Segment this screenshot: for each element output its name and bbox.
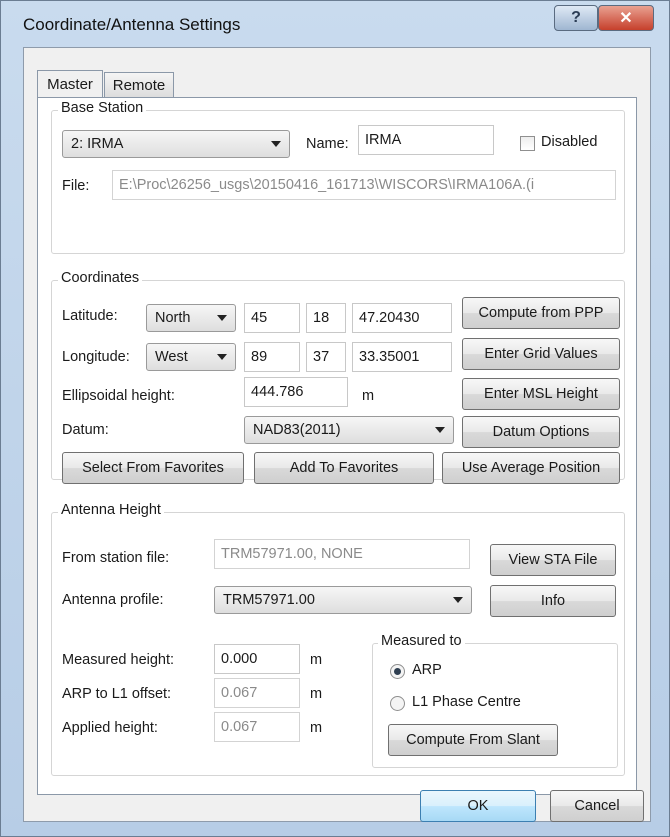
- base-station-group-label: Base Station: [58, 100, 147, 116]
- chevron-down-icon: [217, 354, 227, 360]
- arp-offset-label: ARP to L1 offset:: [62, 686, 172, 702]
- chevron-down-icon: [271, 141, 281, 147]
- view-sta-file-button[interactable]: View STA File: [490, 544, 616, 576]
- station-select-value: 2: IRMA: [71, 136, 124, 152]
- station-select[interactable]: 2: IRMA: [62, 130, 290, 158]
- use-average-position-button[interactable]: Use Average Position: [442, 452, 620, 484]
- radio-l1-phase-centre-label: L1 Phase Centre: [412, 694, 521, 710]
- longitude-label: Longitude:: [62, 349, 130, 365]
- antenna-height-group-label: Antenna Height: [58, 502, 164, 518]
- disabled-checkbox[interactable]: [520, 136, 535, 151]
- enter-grid-values-button[interactable]: Enter Grid Values: [462, 338, 620, 370]
- close-icon: ✕: [619, 10, 633, 27]
- latitude-minutes-input[interactable]: 18: [306, 303, 346, 333]
- from-station-file-field: TRM57971.00, NONE: [214, 539, 470, 569]
- datum-select[interactable]: NAD83(2011): [244, 416, 454, 444]
- measured-to-label: Measured to: [378, 633, 465, 649]
- select-from-favorites-button[interactable]: Select From Favorites: [62, 452, 244, 484]
- ellipsoidal-height-unit: m: [362, 388, 375, 404]
- latitude-hemisphere-select[interactable]: North: [146, 304, 236, 332]
- coordinates-group-label: Coordinates: [58, 270, 143, 286]
- arp-offset-unit: m: [310, 686, 323, 702]
- file-label: File:: [62, 178, 90, 194]
- chevron-down-icon: [217, 315, 227, 321]
- latitude-hemisphere-value: North: [155, 310, 191, 326]
- antenna-profile-label: Antenna profile:: [62, 592, 164, 608]
- applied-height-label: Applied height:: [62, 720, 158, 736]
- disabled-label: Disabled: [541, 134, 598, 150]
- close-button[interactable]: ✕: [598, 5, 654, 31]
- radio-arp-label: ARP: [412, 662, 442, 678]
- datum-options-button[interactable]: Datum Options: [462, 416, 620, 448]
- chevron-down-icon: [453, 597, 463, 603]
- antenna-profile-value: TRM57971.00: [223, 592, 315, 608]
- dialog-client-area: Master Remote Base Station 2: IRMA Name:…: [23, 47, 651, 822]
- ok-button[interactable]: OK: [420, 790, 536, 822]
- latitude-label: Latitude:: [62, 308, 118, 324]
- compute-from-slant-button[interactable]: Compute From Slant: [388, 724, 558, 756]
- latitude-degrees-input[interactable]: 45: [244, 303, 300, 333]
- longitude-minutes-input[interactable]: 37: [306, 342, 346, 372]
- info-button[interactable]: Info: [490, 585, 616, 617]
- latitude-seconds-input[interactable]: 47.20430: [352, 303, 452, 333]
- dialog-window: Coordinate/Antenna Settings ? ✕ Master R…: [0, 0, 670, 837]
- radio-arp[interactable]: [390, 664, 405, 679]
- compute-from-ppp-button[interactable]: Compute from PPP: [462, 297, 620, 329]
- help-icon: ?: [571, 9, 581, 26]
- tab-master[interactable]: Master: [37, 70, 103, 98]
- datum-select-value: NAD83(2011): [253, 422, 341, 438]
- tab-remote[interactable]: Remote: [104, 72, 174, 98]
- applied-height-field: 0.067: [214, 712, 300, 742]
- from-station-file-label: From station file:: [62, 550, 170, 566]
- name-input[interactable]: IRMA: [358, 125, 494, 155]
- chevron-down-icon: [435, 427, 445, 433]
- master-tab-panel: Base Station 2: IRMA Name: IRMA Disabled…: [37, 97, 637, 795]
- title-bar[interactable]: Coordinate/Antenna Settings ? ✕: [1, 1, 669, 47]
- name-label: Name:: [306, 136, 349, 152]
- add-to-favorites-button[interactable]: Add To Favorites: [254, 452, 434, 484]
- datum-label: Datum:: [62, 422, 109, 438]
- ellipsoidal-height-input[interactable]: 444.786: [244, 377, 348, 407]
- longitude-degrees-input[interactable]: 89: [244, 342, 300, 372]
- longitude-seconds-input[interactable]: 33.35001: [352, 342, 452, 372]
- cancel-button[interactable]: Cancel: [550, 790, 644, 822]
- measured-height-label: Measured height:: [62, 652, 175, 668]
- file-path-field: E:\Proc\26256_usgs\20150416_161713\WISCO…: [112, 170, 616, 200]
- applied-height-unit: m: [310, 720, 323, 736]
- longitude-hemisphere-value: West: [155, 349, 188, 365]
- window-title: Coordinate/Antenna Settings: [23, 15, 241, 34]
- measured-height-input[interactable]: 0.000: [214, 644, 300, 674]
- radio-l1-phase-centre[interactable]: [390, 696, 405, 711]
- arp-offset-field: 0.067: [214, 678, 300, 708]
- enter-msl-height-button[interactable]: Enter MSL Height: [462, 378, 620, 410]
- help-button[interactable]: ?: [554, 5, 598, 31]
- measured-height-unit: m: [310, 652, 323, 668]
- ellipsoidal-height-label: Ellipsoidal height:: [62, 388, 175, 404]
- antenna-profile-select[interactable]: TRM57971.00: [214, 586, 472, 614]
- longitude-hemisphere-select[interactable]: West: [146, 343, 236, 371]
